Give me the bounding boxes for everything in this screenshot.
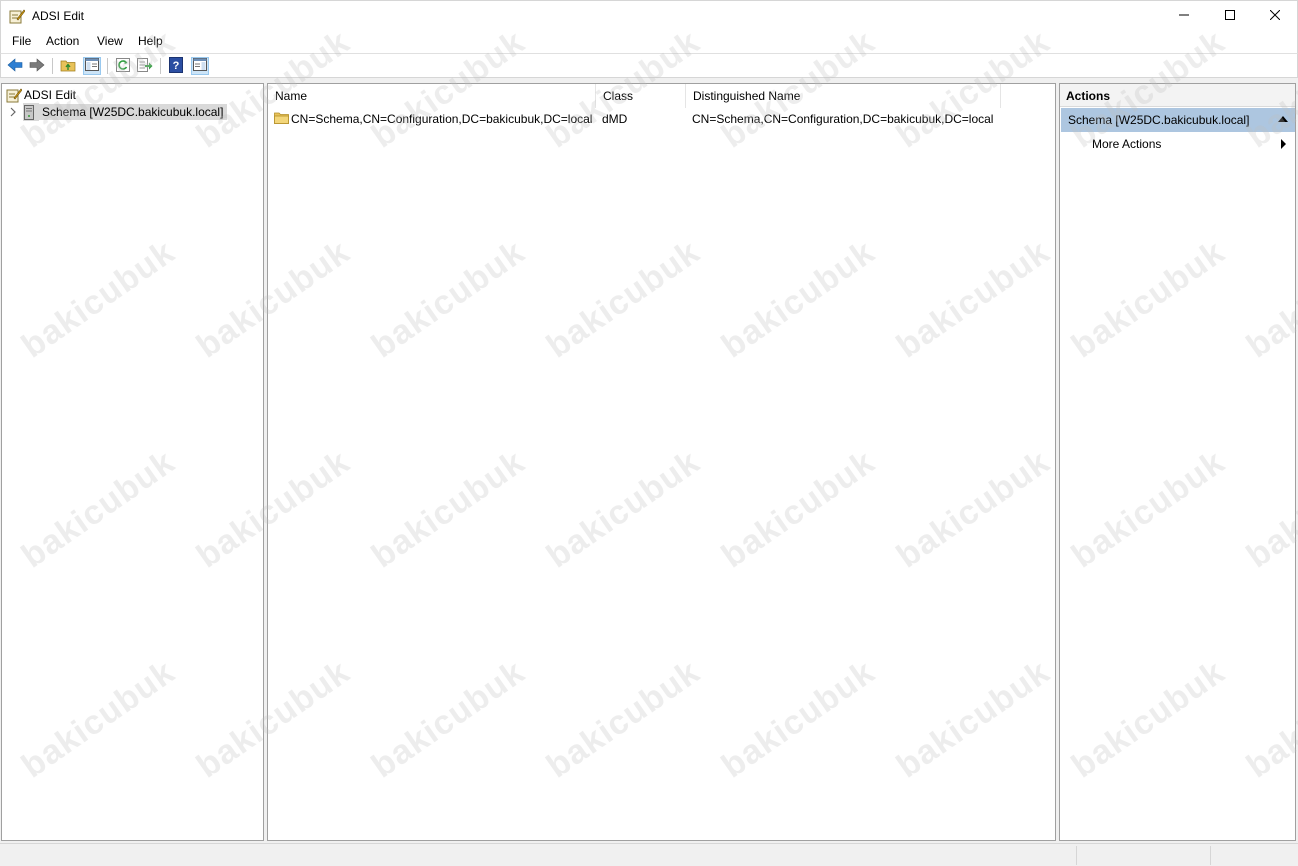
close-icon <box>1269 9 1281 23</box>
actions-pane: Actions Schema [W25DC.bakicubuk.local] M… <box>1059 83 1296 841</box>
forward-arrow-icon <box>29 57 45 75</box>
collapse-up-icon[interactable] <box>1278 116 1288 122</box>
status-bar <box>0 843 1298 866</box>
submenu-arrow-icon <box>1281 139 1286 149</box>
actions-group-label: Schema [W25DC.bakicubuk.local] <box>1068 113 1250 127</box>
show-hide-action-pane-button[interactable] <box>191 57 209 75</box>
cell-distinguished-name: CN=Schema,CN=Configuration,DC=bakicubuk,… <box>692 112 994 126</box>
column-header-name[interactable]: Name <box>268 84 596 108</box>
list-header: Name Class Distinguished Name <box>268 84 1055 108</box>
toolbar: ? <box>0 53 1298 78</box>
menu-action[interactable]: Action <box>46 34 79 48</box>
maximize-button[interactable] <box>1207 1 1253 31</box>
menu-view[interactable]: View <box>97 34 123 48</box>
up-one-level-button[interactable] <box>59 57 77 75</box>
actions-group-header[interactable]: Schema [W25DC.bakicubuk.local] <box>1061 108 1295 132</box>
server-icon <box>23 103 39 121</box>
column-header-class[interactable]: Class <box>596 84 686 108</box>
title-bar: ADSI Edit <box>0 0 1298 30</box>
adsi-edit-icon <box>9 8 26 24</box>
toolbar-separator <box>107 58 108 74</box>
toolbar-separator <box>52 58 53 74</box>
forward-button[interactable] <box>28 57 46 75</box>
status-segment <box>1076 846 1077 865</box>
adsi-edit-icon <box>6 87 24 103</box>
status-segment <box>1210 846 1211 865</box>
actions-title: Actions <box>1060 84 1295 107</box>
column-header-label: Distinguished Name <box>693 89 801 103</box>
show-hide-console-tree-icon <box>85 58 99 74</box>
toolbar-separator <box>160 58 161 74</box>
results-list-pane[interactable]: Name Class Distinguished Name CN=Schema,… <box>267 83 1056 841</box>
export-list-button[interactable] <box>136 57 154 75</box>
cell-class: dMD <box>602 112 628 126</box>
tree-root[interactable]: ADSI Edit <box>6 86 76 104</box>
action-more-actions[interactable]: More Actions <box>1092 137 1161 151</box>
cell-name: CN=Schema,CN=Configuration,DC=bakicubuk,… <box>291 112 593 126</box>
help-button[interactable]: ? <box>167 56 185 76</box>
column-header-label: Name <box>275 89 308 103</box>
minimize-icon <box>1179 9 1189 23</box>
menu-bar: File Action View Help <box>0 30 1298 53</box>
folder-icon <box>274 111 289 127</box>
tree-root-label: ADSI Edit <box>24 88 77 102</box>
export-list-icon <box>137 57 153 75</box>
maximize-icon <box>1225 9 1235 23</box>
tree-item-schema[interactable]: Schema [W25DC.bakicubuk.local] <box>9 103 228 121</box>
help-icon: ? <box>169 56 183 76</box>
console-tree-pane[interactable]: ADSI Edit Schema [W25DC.bakicubuk.local] <box>1 83 264 841</box>
window-title: ADSI Edit <box>32 9 85 23</box>
show-hide-action-pane-icon <box>193 58 207 74</box>
refresh-icon <box>116 57 130 75</box>
chevron-right-icon[interactable] <box>9 107 23 117</box>
close-button[interactable] <box>1252 1 1298 31</box>
table-row[interactable]: CN=Schema,CN=Configuration,DC=bakicubuk,… <box>268 109 1055 129</box>
svg-text:?: ? <box>173 60 180 72</box>
menu-file[interactable]: File <box>12 34 31 48</box>
up-folder-icon <box>60 58 76 75</box>
tree-item-label: Schema [W25DC.bakicubuk.local] <box>39 104 228 120</box>
column-header-distinguished-name[interactable]: Distinguished Name <box>686 84 1001 108</box>
menu-help[interactable]: Help <box>138 34 163 48</box>
minimize-button[interactable] <box>1161 1 1207 31</box>
back-button[interactable] <box>6 57 24 75</box>
column-header-label: Class <box>603 89 634 103</box>
back-arrow-icon <box>7 57 23 75</box>
show-hide-console-tree-button[interactable] <box>83 57 101 75</box>
refresh-button[interactable] <box>114 57 132 75</box>
